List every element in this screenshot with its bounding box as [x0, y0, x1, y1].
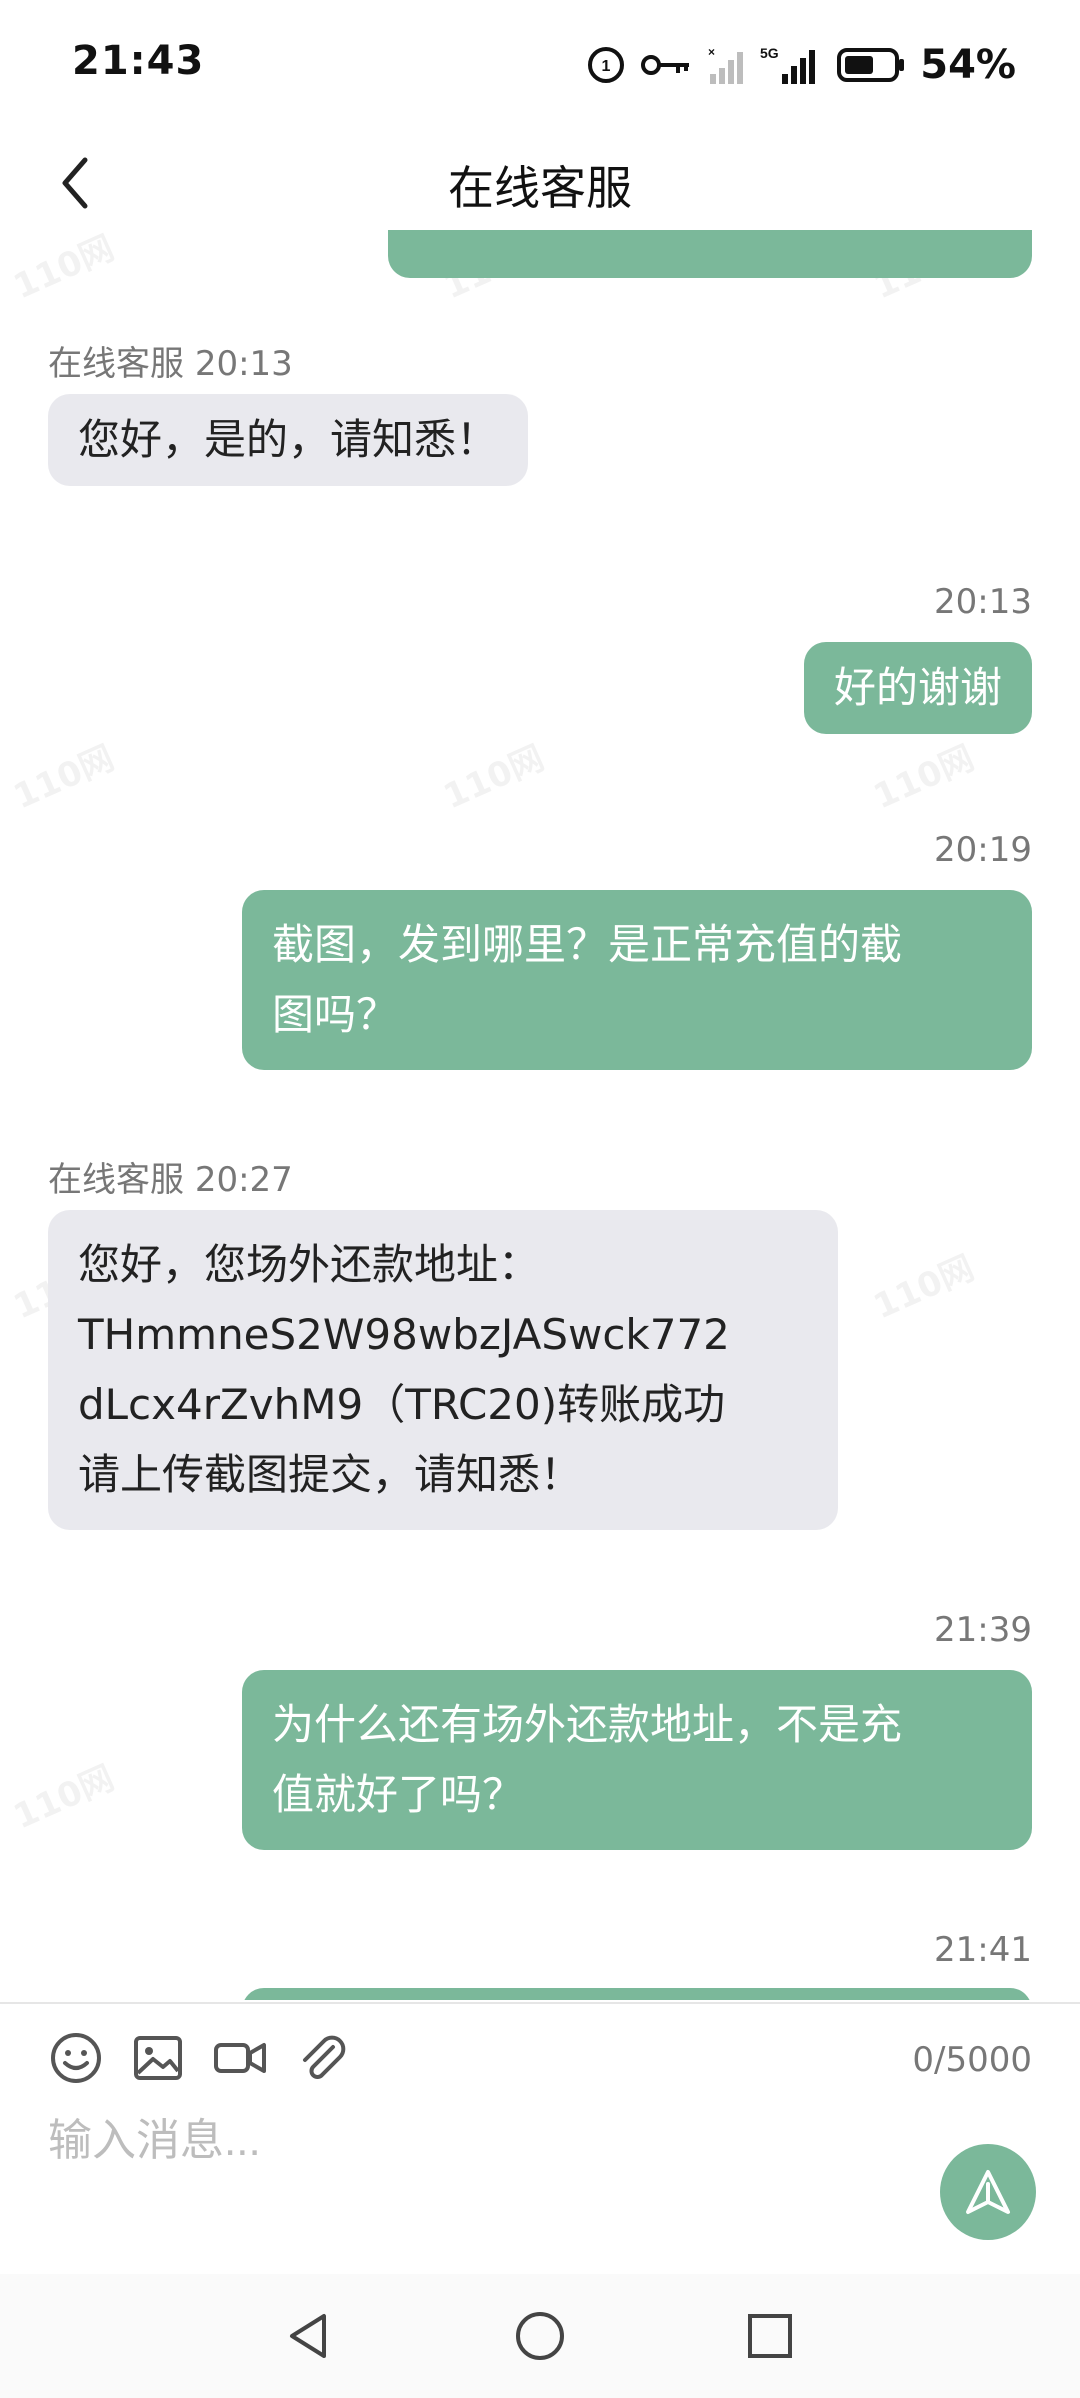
- message-bubble-outgoing[interactable]: 好的谢谢: [803, 642, 1032, 734]
- attachment-icon: [303, 2035, 346, 2079]
- video-button[interactable]: [208, 2026, 272, 2090]
- message-meta: 在线客服 20:27: [48, 1152, 293, 1201]
- chat-messages[interactable]: 110网 110网 110网 110网 110网 110网 110网 110网 …: [0, 230, 1080, 2000]
- message-bubble-outgoing[interactable]: [242, 1988, 1032, 2000]
- message-bubble-incoming[interactable]: 您好，是的，请知悉！: [48, 394, 529, 486]
- watermark: 110网: [7, 1758, 121, 1838]
- cellular-5g-icon: 5G: [760, 45, 816, 84]
- watermark: 110网: [437, 738, 551, 818]
- message-time: 21:41: [934, 1930, 1032, 1970]
- nav-home-button[interactable]: [508, 2304, 572, 2368]
- message-line: 为什么还有场外还款地址，不是充: [272, 1700, 903, 1749]
- status-icons: 1 × 5G 54%: [586, 38, 1016, 92]
- wifi-signal-icon: ×: [708, 45, 744, 84]
- message-bubble-incoming[interactable]: 您好，您场外还款地址： THmmneS2W98wbzJASwck772 dLcx…: [48, 1210, 838, 1530]
- message-line: 好的谢谢: [833, 663, 1002, 712]
- nav-back-button[interactable]: [278, 2304, 342, 2368]
- battery-percent: 54%: [920, 42, 1016, 88]
- watermark: 110网: [7, 738, 121, 818]
- svg-text:1: 1: [602, 58, 611, 75]
- sender-name: 在线客服: [48, 1160, 184, 1200]
- hd-call-icon: 1: [588, 47, 625, 83]
- header: 在线客服: [0, 130, 1080, 240]
- vpn-key-icon: [641, 55, 690, 75]
- image-icon: [134, 2036, 182, 2080]
- message-line: THmmneS2W98wbzJASwck772: [78, 1310, 730, 1359]
- page-title: 在线客服: [448, 161, 632, 215]
- image-button[interactable]: [126, 2026, 190, 2090]
- message-bubble-outgoing[interactable]: [388, 230, 1032, 278]
- status-bar: 21:43 1 × 5G 54%: [0, 0, 1080, 130]
- message-time: 21:39: [934, 1610, 1032, 1650]
- send-icon: [966, 2170, 1010, 2214]
- message-line: 请上传截图提交，请知悉！: [78, 1450, 583, 1499]
- circle-home-icon: [516, 2312, 564, 2360]
- triangle-back-icon: [290, 2314, 326, 2358]
- message-time: 20:13: [934, 582, 1032, 622]
- svg-text:5G: 5G: [760, 45, 779, 61]
- message-line: dLcx4rZvhM9（TRC20)转账成功: [78, 1380, 726, 1429]
- message-time: 20:13: [194, 344, 293, 384]
- message-time: 20:19: [934, 830, 1032, 870]
- nav-recents-button[interactable]: [738, 2304, 802, 2368]
- message-line: 值就好了吗？: [272, 1770, 525, 1819]
- send-button[interactable]: [940, 2144, 1036, 2240]
- message-time: 20:27: [194, 1160, 293, 1200]
- emoji-icon: [51, 2033, 101, 2083]
- sender-name: 在线客服: [48, 344, 184, 384]
- message-line: 图吗？: [272, 990, 399, 1039]
- message-input[interactable]: [48, 2104, 868, 2178]
- status-time: 21:43: [72, 38, 205, 84]
- svg-text:×: ×: [708, 45, 715, 59]
- character-count: 0/5000: [912, 2040, 1032, 2080]
- square-recents-icon: [748, 2314, 792, 2358]
- message-line: 您好，是的，请知悉！: [78, 415, 499, 464]
- watermark: 110网: [7, 230, 121, 308]
- message-meta: 在线客服 20:13: [48, 336, 293, 385]
- battery-icon: [837, 48, 905, 82]
- watermark: 110网: [867, 1248, 981, 1328]
- message-bubble-outgoing[interactable]: 截图，发到哪里？是正常充值的截 图吗？: [242, 890, 1032, 1070]
- message-bubble-outgoing[interactable]: 为什么还有场外还款地址，不是充 值就好了吗？: [242, 1670, 1032, 1850]
- emoji-button[interactable]: [44, 2026, 108, 2090]
- video-icon: [214, 2043, 266, 2073]
- system-nav-bar: [0, 2274, 1080, 2398]
- message-composer: 0/5000: [0, 2004, 1080, 2274]
- attachment-button[interactable]: [290, 2026, 354, 2090]
- watermark: 110网: [867, 738, 981, 818]
- message-line: 您好，您场外还款地址：: [78, 1240, 541, 1289]
- message-line: 截图，发到哪里？是正常充值的截: [272, 920, 903, 969]
